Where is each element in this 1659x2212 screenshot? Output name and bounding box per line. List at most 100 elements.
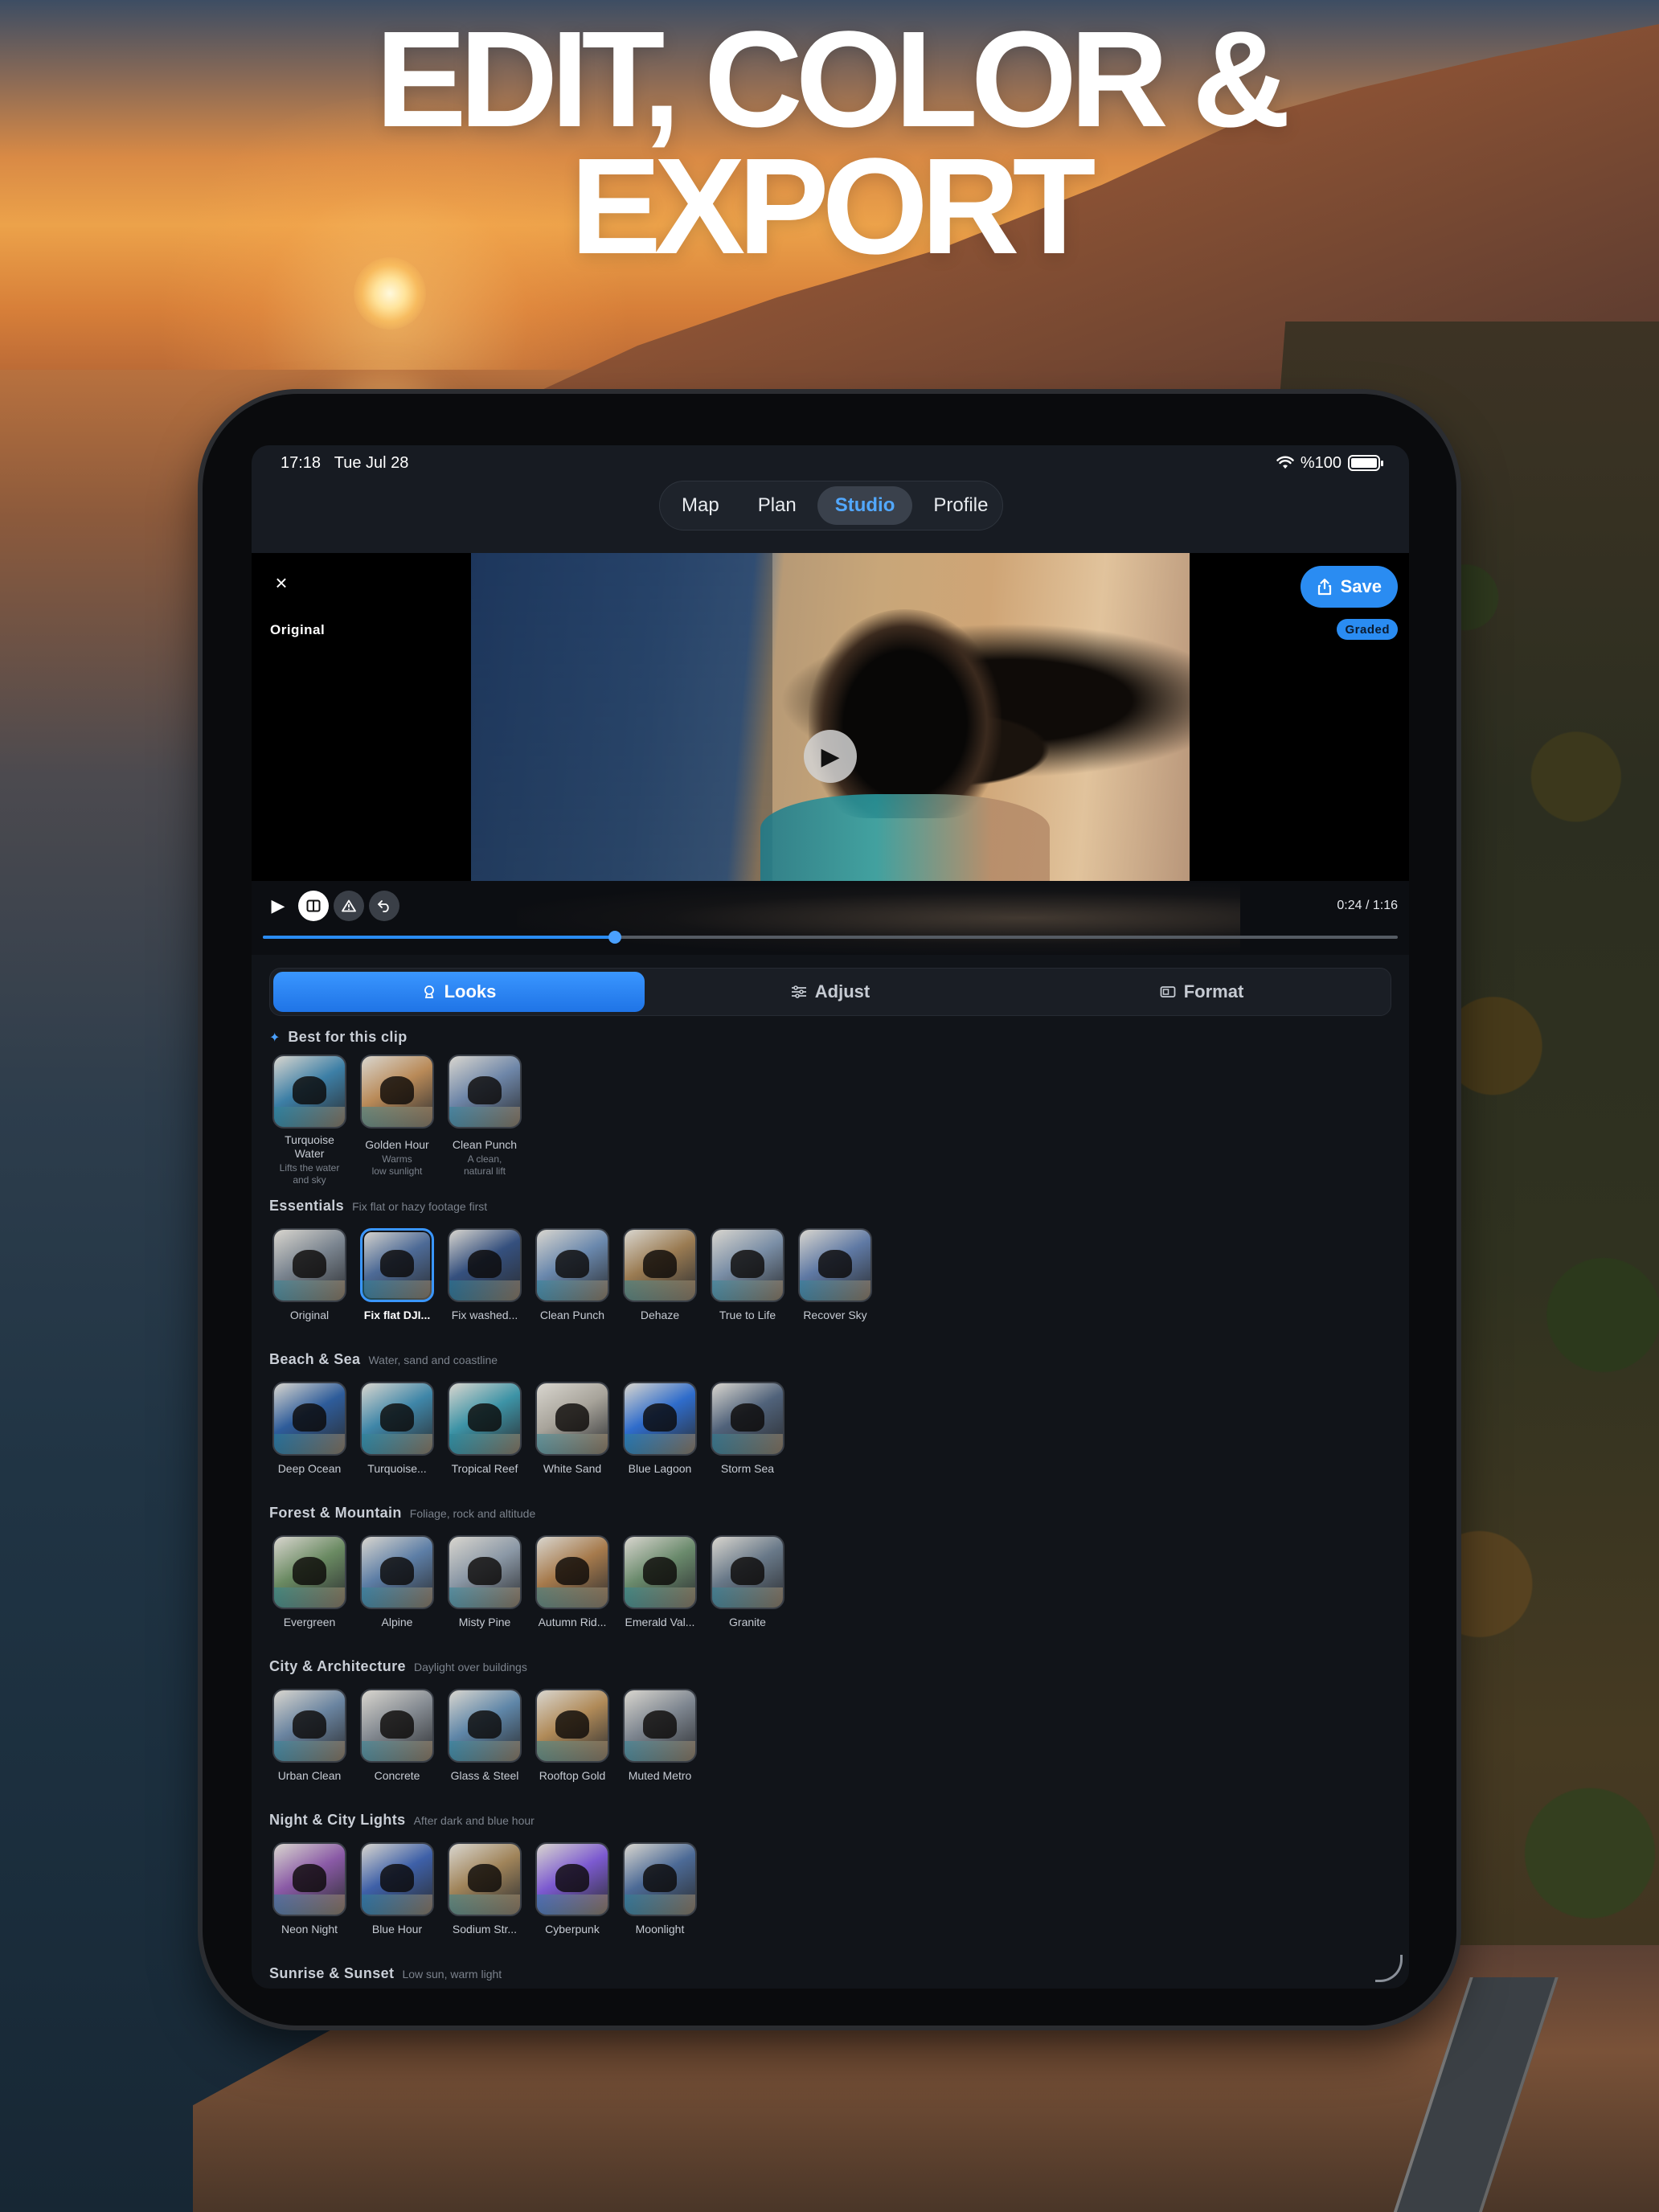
look-card[interactable]: Concrete bbox=[360, 1689, 434, 1783]
look-card[interactable]: Storm Sea bbox=[711, 1382, 784, 1476]
look-card[interactable]: Moonlight bbox=[623, 1842, 697, 1936]
look-card[interactable]: Recover Sky bbox=[798, 1228, 872, 1322]
look-card[interactable]: True to Life bbox=[711, 1228, 784, 1322]
play-icon: ▶ bbox=[821, 743, 840, 770]
look-card[interactable]: Evergreen bbox=[272, 1535, 346, 1629]
look-card[interactable]: Emerald Val... bbox=[623, 1535, 697, 1629]
look-label: Misty Pine bbox=[458, 1616, 511, 1628]
look-card[interactable]: Alpine bbox=[360, 1535, 434, 1629]
look-card[interactable]: Blue Lagoon bbox=[623, 1382, 697, 1476]
nav-tab-profile[interactable]: Profile bbox=[916, 486, 1006, 525]
section-title: Essentials bbox=[269, 1198, 345, 1214]
close-icon[interactable]: × bbox=[269, 571, 293, 595]
section-title: City & Architecture bbox=[269, 1658, 406, 1674]
look-thumbnail bbox=[448, 1382, 522, 1456]
look-card[interactable]: Misty Pine bbox=[448, 1535, 522, 1629]
undo-button[interactable] bbox=[369, 891, 399, 921]
look-card[interactable]: Clean Punch A clean, natural lift bbox=[448, 1055, 522, 1186]
look-card[interactable]: Deep Ocean bbox=[272, 1382, 346, 1476]
look-thumbnail bbox=[272, 1689, 346, 1763]
scrubber-knob[interactable] bbox=[608, 931, 621, 944]
look-card[interactable]: Turquoise... bbox=[360, 1382, 434, 1476]
section-subtitle: Low sun, warm light bbox=[402, 1968, 502, 1981]
tab-format-label: Format bbox=[1183, 981, 1244, 1002]
look-label: Autumn Rid... bbox=[538, 1616, 607, 1628]
look-thumbnail bbox=[448, 1055, 522, 1129]
look-card[interactable]: Fix washed... bbox=[448, 1228, 522, 1322]
video-frame[interactable]: ▶ bbox=[471, 553, 1190, 881]
look-thumbnail bbox=[623, 1535, 697, 1609]
look-card[interactable]: Granite bbox=[711, 1535, 784, 1629]
look-card[interactable]: Golden Hour Warms low sunlight bbox=[360, 1055, 434, 1186]
compare-split-button[interactable] bbox=[298, 891, 329, 921]
section-header: Beach & Sea Water, sand and coastline bbox=[269, 1351, 1391, 1375]
look-card[interactable]: Sodium Str... bbox=[448, 1842, 522, 1936]
look-label: Glass & Steel bbox=[450, 1769, 519, 1782]
look-card[interactable]: Glass & Steel bbox=[448, 1689, 522, 1783]
look-label: Fix washed... bbox=[451, 1309, 518, 1321]
tab-looks[interactable]: Looks bbox=[273, 972, 645, 1012]
section-header: Forest & Mountain Foliage, rock and altit… bbox=[269, 1505, 1391, 1529]
headline-line-1: EDIT, COLOR & bbox=[375, 3, 1291, 156]
sparkle-icon: ✦ bbox=[269, 1031, 281, 1045]
main-navigation: Map Plan Studio Profile bbox=[659, 481, 1003, 530]
look-thumbnail bbox=[360, 1228, 434, 1302]
share-icon bbox=[1317, 578, 1331, 596]
look-thumbnail bbox=[448, 1842, 522, 1916]
look-card[interactable]: Clean Punch bbox=[535, 1228, 609, 1322]
look-thumbnail bbox=[711, 1228, 784, 1302]
look-card[interactable]: Fix flat DJI... bbox=[360, 1228, 434, 1322]
section-subtitle: Daylight over buildings bbox=[413, 1661, 527, 1673]
scrubber-track[interactable] bbox=[263, 931, 1398, 944]
look-label: Evergreen bbox=[283, 1616, 336, 1628]
nav-tab-studio[interactable]: Studio bbox=[817, 486, 913, 525]
look-card[interactable]: Dehaze bbox=[623, 1228, 697, 1322]
look-card[interactable]: Blue Hour bbox=[360, 1842, 434, 1936]
look-description: Lifts the water and sky bbox=[280, 1162, 340, 1186]
look-row: Urban Clean Concrete Glass & Steel Rooftop … bbox=[272, 1689, 1391, 1783]
section-header-best: ✦ Best for this clip bbox=[269, 1029, 1391, 1053]
look-card[interactable]: Tropical Reef bbox=[448, 1382, 522, 1476]
battery-icon bbox=[1348, 455, 1383, 471]
aspect-ratio-icon bbox=[1160, 986, 1176, 997]
look-thumbnail bbox=[798, 1228, 872, 1302]
save-button[interactable]: Save bbox=[1300, 566, 1398, 608]
filmstrip-glow bbox=[517, 881, 1240, 955]
play-button[interactable]: ▶ bbox=[263, 891, 293, 921]
headline: EDIT, COLOR & EXPORT bbox=[0, 3, 1659, 275]
nav-tab-plan[interactable]: Plan bbox=[740, 486, 814, 525]
timecode: 0:24 / 1:16 bbox=[1337, 899, 1398, 912]
look-card[interactable]: White Sand bbox=[535, 1382, 609, 1476]
look-card[interactable]: Rooftop Gold bbox=[535, 1689, 609, 1783]
look-label: Original bbox=[289, 1309, 330, 1321]
tablet-screen: 17:18 Tue Jul 28 %100 Map Plan Studio Pr… bbox=[252, 445, 1409, 1989]
play-overlay-button[interactable]: ▶ bbox=[804, 730, 857, 783]
look-card[interactable]: Autumn Rid... bbox=[535, 1535, 609, 1629]
look-card[interactable]: Turquoise Water Lifts the water and sky bbox=[272, 1055, 346, 1186]
look-label: Clean Punch bbox=[539, 1309, 605, 1321]
video-preview-area: × Original ▶ Save Graded bbox=[252, 553, 1409, 881]
section-subtitle: Fix flat or hazy footage first bbox=[352, 1200, 488, 1213]
look-thumbnail bbox=[535, 1842, 609, 1916]
warning-button[interactable] bbox=[334, 891, 364, 921]
look-card[interactable]: Cyberpunk bbox=[535, 1842, 609, 1936]
resize-handle-icon[interactable] bbox=[1375, 1955, 1403, 1982]
look-thumbnail bbox=[448, 1535, 522, 1609]
tab-adjust[interactable]: Adjust bbox=[645, 972, 1016, 1012]
status-date: Tue Jul 28 bbox=[334, 453, 409, 472]
tab-format[interactable]: Format bbox=[1016, 972, 1387, 1012]
look-row: Turquoise Water Lifts the water and sky Gold… bbox=[272, 1055, 1391, 1186]
look-card[interactable]: Muted Metro bbox=[623, 1689, 697, 1783]
section-header: Sunrise & Sunset Low sun, warm light bbox=[269, 1965, 1391, 1985]
look-row: Original Fix flat DJI... Fix washed... Clea… bbox=[272, 1228, 1391, 1322]
look-label: Moonlight bbox=[635, 1923, 685, 1936]
look-card[interactable]: Original bbox=[272, 1228, 346, 1322]
look-card[interactable]: Urban Clean bbox=[272, 1689, 346, 1783]
look-card[interactable]: Neon Night bbox=[272, 1842, 346, 1936]
look-row: Evergreen Alpine Misty Pine Autumn Rid... Em… bbox=[272, 1535, 1391, 1629]
status-clock: 17:18 Tue Jul 28 bbox=[281, 454, 408, 473]
nav-tab-map[interactable]: Map bbox=[664, 486, 737, 525]
section-header: City & Architecture Daylight over buildin… bbox=[269, 1658, 1391, 1682]
sea-arch-rock bbox=[809, 609, 1002, 818]
section-title: Beach & Sea bbox=[269, 1351, 361, 1367]
